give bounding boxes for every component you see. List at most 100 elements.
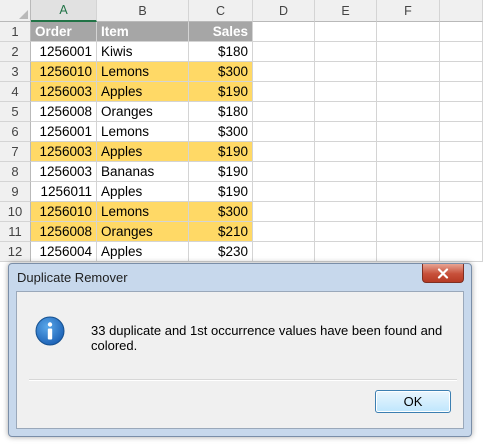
cell-g2[interactable] [440, 42, 483, 62]
cell-c11[interactable]: $210 [189, 222, 253, 242]
cell-a3[interactable]: 1256010 [31, 62, 97, 82]
cell-c4[interactable]: $190 [189, 82, 253, 102]
column-header-b[interactable]: B [97, 0, 189, 22]
cell-e3[interactable] [315, 62, 377, 82]
cell-c12[interactable]: $230 [189, 242, 253, 262]
cell-c8[interactable]: $190 [189, 162, 253, 182]
select-all-corner[interactable] [0, 0, 31, 22]
row-header-8[interactable]: 8 [0, 162, 31, 182]
cell-d5[interactable] [253, 102, 315, 122]
cell-f11[interactable] [377, 222, 440, 242]
cell-f1[interactable] [377, 22, 440, 42]
cell-a12[interactable]: 1256004 [31, 242, 97, 262]
cell-e7[interactable] [315, 142, 377, 162]
cell-f2[interactable] [377, 42, 440, 62]
cell-e10[interactable] [315, 202, 377, 222]
cell-a6[interactable]: 1256001 [31, 122, 97, 142]
row-header-4[interactable]: 4 [0, 82, 31, 102]
cell-c6[interactable]: $300 [189, 122, 253, 142]
row-header-11[interactable]: 11 [0, 222, 31, 242]
cell-d12[interactable] [253, 242, 315, 262]
cell-e9[interactable] [315, 182, 377, 202]
cell-b2[interactable]: Kiwis [97, 42, 189, 62]
cell-c7[interactable]: $190 [189, 142, 253, 162]
cell-f9[interactable] [377, 182, 440, 202]
cell-f7[interactable] [377, 142, 440, 162]
column-header-d[interactable]: D [253, 0, 315, 22]
cell-d9[interactable] [253, 182, 315, 202]
cell-b8[interactable]: Bananas [97, 162, 189, 182]
cell-d1[interactable] [253, 22, 315, 42]
cell-b1[interactable]: Item [97, 22, 189, 42]
cell-g4[interactable] [440, 82, 483, 102]
cell-e11[interactable] [315, 222, 377, 242]
cell-d3[interactable] [253, 62, 315, 82]
cell-c9[interactable]: $190 [189, 182, 253, 202]
cell-b11[interactable]: Oranges [97, 222, 189, 242]
cell-g12[interactable] [440, 242, 483, 262]
cell-d7[interactable] [253, 142, 315, 162]
row-header-9[interactable]: 9 [0, 182, 31, 202]
cell-e6[interactable] [315, 122, 377, 142]
cell-g8[interactable] [440, 162, 483, 182]
cell-a10[interactable]: 1256010 [31, 202, 97, 222]
cell-c1[interactable]: Sales [189, 22, 253, 42]
cell-f4[interactable] [377, 82, 440, 102]
row-header-3[interactable]: 3 [0, 62, 31, 82]
cell-g7[interactable] [440, 142, 483, 162]
cell-c2[interactable]: $180 [189, 42, 253, 62]
cell-b4[interactable]: Apples [97, 82, 189, 102]
cell-e2[interactable] [315, 42, 377, 62]
cell-a1[interactable]: Order [31, 22, 97, 42]
cell-g3[interactable] [440, 62, 483, 82]
cell-e8[interactable] [315, 162, 377, 182]
cell-b6[interactable]: Lemons [97, 122, 189, 142]
cell-g1[interactable] [440, 22, 483, 42]
cell-f10[interactable] [377, 202, 440, 222]
cell-f3[interactable] [377, 62, 440, 82]
cell-c10[interactable]: $300 [189, 202, 253, 222]
cell-d11[interactable] [253, 222, 315, 242]
dialog-titlebar[interactable]: Duplicate Remover [9, 264, 471, 290]
row-header-7[interactable]: 7 [0, 142, 31, 162]
cell-d8[interactable] [253, 162, 315, 182]
cell-g6[interactable] [440, 122, 483, 142]
cell-e4[interactable] [315, 82, 377, 102]
cell-b12[interactable]: Apples [97, 242, 189, 262]
cell-g10[interactable] [440, 202, 483, 222]
cell-a11[interactable]: 1256008 [31, 222, 97, 242]
cell-f8[interactable] [377, 162, 440, 182]
column-header-e[interactable]: E [315, 0, 377, 22]
cell-e12[interactable] [315, 242, 377, 262]
row-header-5[interactable]: 5 [0, 102, 31, 122]
cell-c5[interactable]: $180 [189, 102, 253, 122]
cell-d2[interactable] [253, 42, 315, 62]
cell-b7[interactable]: Apples [97, 142, 189, 162]
ok-button[interactable]: OK [375, 390, 451, 413]
cell-d10[interactable] [253, 202, 315, 222]
row-header-12[interactable]: 12 [0, 242, 31, 262]
cell-g11[interactable] [440, 222, 483, 242]
column-header-c[interactable]: C [189, 0, 253, 22]
cell-d6[interactable] [253, 122, 315, 142]
cell-f6[interactable] [377, 122, 440, 142]
cell-b5[interactable]: Oranges [97, 102, 189, 122]
cell-g5[interactable] [440, 102, 483, 122]
row-header-2[interactable]: 2 [0, 42, 31, 62]
cell-b9[interactable]: Apples [97, 182, 189, 202]
cell-d4[interactable] [253, 82, 315, 102]
row-header-10[interactable]: 10 [0, 202, 31, 222]
cell-a5[interactable]: 1256008 [31, 102, 97, 122]
cell-f12[interactable] [377, 242, 440, 262]
row-header-6[interactable]: 6 [0, 122, 31, 142]
cell-e1[interactable] [315, 22, 377, 42]
column-header-a[interactable]: A [31, 0, 97, 22]
cell-a4[interactable]: 1256003 [31, 82, 97, 102]
close-button[interactable] [422, 264, 464, 283]
cell-c3[interactable]: $300 [189, 62, 253, 82]
cell-e5[interactable] [315, 102, 377, 122]
cell-g9[interactable] [440, 182, 483, 202]
cell-b10[interactable]: Lemons [97, 202, 189, 222]
column-header-g[interactable] [440, 0, 483, 22]
cell-a8[interactable]: 1256003 [31, 162, 97, 182]
